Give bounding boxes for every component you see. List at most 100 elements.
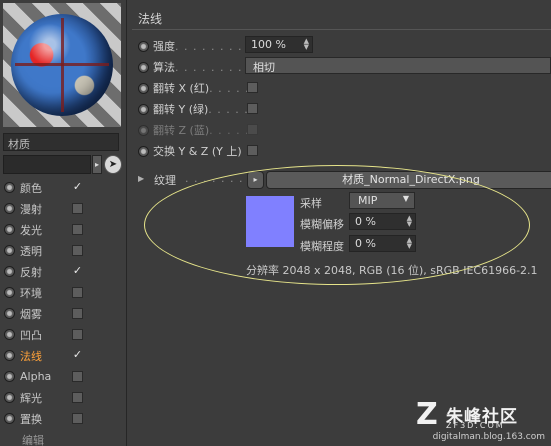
material-panel: 材质 ▸ ➤ 颜色 ✓ 漫射 发光 透明 反射 ✓ 环境 烟雾 凹凸 法线 ✓ …	[0, 0, 127, 446]
strength-value: 100 %	[251, 38, 286, 51]
material-label: 材质	[3, 133, 119, 151]
blur-offset-value: 0 %	[355, 215, 376, 228]
flip-y-row: 翻转 Y (绿) . . . . .	[138, 100, 249, 118]
stepper-icon[interactable]: ▲ ▼	[407, 215, 412, 228]
channel-luminance[interactable]: 发光	[0, 219, 127, 240]
channel-radio[interactable]	[4, 287, 15, 298]
channel-checkbox[interactable]	[72, 371, 83, 382]
algorithm-row: 算法 . . . . . . . . . .	[138, 58, 260, 76]
channel-displacement[interactable]: 置换	[0, 408, 127, 429]
channel-radio[interactable]	[4, 308, 15, 319]
channel-fog[interactable]: 烟雾	[0, 303, 127, 324]
channel-environment[interactable]: 环境	[0, 282, 127, 303]
flip-y-label: 翻转 Y (绿)	[153, 103, 209, 116]
channel-radio[interactable]	[4, 371, 15, 382]
channel-alpha[interactable]: Alpha	[0, 366, 127, 387]
flip-y-checkbox[interactable]	[247, 103, 258, 114]
name-field-arrow-icon[interactable]: ▸	[92, 155, 102, 174]
strength-input[interactable]: 100 % ▲ ▼	[245, 36, 313, 53]
texture-file-button[interactable]: 材质_Normal_DirectX.png	[266, 171, 551, 189]
channel-normal[interactable]: 法线 ✓	[0, 345, 127, 366]
normal-properties-panel: 法线 强度 . . . . . . . . . . 100 % ▲ ▼ 算法 . …	[128, 0, 551, 446]
watermark-blog: digitalman.blog.163.com	[432, 432, 545, 442]
channel-label: 漫射	[20, 202, 42, 216]
channel-diffusion[interactable]: 漫射	[0, 198, 127, 219]
channel-checkbox[interactable]	[72, 308, 83, 319]
channel-checkbox[interactable]	[72, 413, 83, 424]
sampling-value: MIP	[358, 194, 378, 207]
channel-reflectance[interactable]: 反射 ✓	[0, 261, 127, 282]
blur-degree-label: 模糊程度	[300, 240, 344, 253]
texture-resolution-info: 分辨率 2048 x 2048, RGB (16 位), sRGB IEC619…	[246, 264, 538, 277]
watermark-site: ZF3D.COM	[446, 421, 505, 430]
channel-checkbox[interactable]	[72, 287, 83, 298]
channel-radio[interactable]	[4, 329, 15, 340]
edit-label[interactable]: 编辑	[22, 432, 44, 446]
channel-radio[interactable]	[4, 392, 15, 403]
texture-thumbnail[interactable]	[246, 196, 294, 247]
animate-radio	[138, 124, 149, 136]
sampling-dropdown[interactable]: MIP ▼	[349, 192, 415, 209]
picker-arrow-icon[interactable]: ➤	[104, 155, 122, 174]
channel-radio[interactable]	[4, 413, 15, 424]
animate-radio[interactable]	[138, 145, 149, 157]
channel-radio[interactable]	[4, 245, 15, 256]
channel-label: 置换	[20, 412, 42, 426]
flip-z-label: 翻转 Z (蓝)	[153, 124, 210, 137]
channel-radio[interactable]	[4, 266, 15, 277]
material-name-field[interactable]	[3, 155, 91, 174]
channel-glow[interactable]: 辉光	[0, 387, 127, 408]
algorithm-label: 算法	[153, 61, 175, 74]
channel-label: 发光	[20, 223, 42, 237]
flip-z-row: 翻转 Z (蓝) . . . . .	[138, 121, 250, 139]
blur-degree-input[interactable]: 0 % ▲ ▼	[349, 235, 416, 252]
stepper-icon[interactable]: ▲ ▼	[304, 38, 309, 51]
channel-label: 烟雾	[20, 307, 42, 321]
channel-bump[interactable]: 凹凸	[0, 324, 127, 345]
label-dots: . . . . .	[209, 123, 250, 137]
channel-radio[interactable]	[4, 224, 15, 235]
channel-radio[interactable]	[4, 203, 15, 214]
blur-degree-value: 0 %	[355, 237, 376, 250]
algorithm-dropdown[interactable]: 相切	[245, 57, 551, 74]
animate-radio[interactable]	[138, 103, 149, 115]
texture-label: 纹理	[154, 174, 176, 187]
channel-checkbox[interactable]	[72, 329, 83, 340]
blur-offset-input[interactable]: 0 % ▲ ▼	[349, 213, 416, 230]
channel-checkbox[interactable]	[72, 203, 83, 214]
channel-label: 颜色	[20, 181, 42, 195]
animate-radio[interactable]	[138, 40, 149, 52]
flip-x-row: 翻转 X (红) . . . . .	[138, 79, 250, 97]
stepper-icon[interactable]: ▲ ▼	[407, 237, 412, 250]
channel-checkbox[interactable]	[72, 245, 83, 256]
channel-label: 凹凸	[20, 328, 42, 342]
channel-checkbox[interactable]	[72, 392, 83, 403]
channel-radio[interactable]	[4, 350, 15, 361]
texture-row: ▶ 纹理 . . . . . . . . . ▸ 材质_Normal_Direc…	[138, 170, 551, 190]
check-icon[interactable]: ✓	[72, 181, 83, 193]
channel-label: 环境	[20, 286, 42, 300]
label-dots: . . . . .	[209, 81, 250, 95]
strength-label: 强度	[153, 40, 175, 53]
channel-list: 颜色 ✓ 漫射 发光 透明 反射 ✓ 环境 烟雾 凹凸 法线 ✓ Alpha 辉…	[0, 177, 127, 429]
animate-radio[interactable]	[138, 61, 149, 73]
material-preview[interactable]	[3, 3, 121, 127]
swap-yz-row: 交换 Y & Z (Y 上)	[138, 142, 242, 160]
z-logo-icon: Z	[416, 397, 438, 432]
animate-radio[interactable]	[138, 82, 149, 94]
channel-label: 辉光	[20, 391, 42, 405]
check-icon[interactable]: ✓	[72, 349, 83, 361]
flip-x-checkbox[interactable]	[247, 82, 258, 93]
texture-menu-arrow-icon[interactable]: ▸	[247, 171, 264, 189]
flip-x-label: 翻转 X (红)	[153, 82, 210, 95]
channel-transparency[interactable]: 透明	[0, 240, 127, 261]
channel-radio[interactable]	[4, 182, 15, 193]
channel-checkbox[interactable]	[72, 224, 83, 235]
check-icon[interactable]: ✓	[72, 265, 83, 277]
chevron-down-icon: ▼	[402, 194, 409, 203]
channel-color[interactable]: 颜色 ✓	[0, 177, 127, 198]
swap-yz-checkbox[interactable]	[247, 145, 258, 156]
label-dots: . . . . .	[208, 102, 249, 116]
expand-triangle-icon[interactable]: ▶	[138, 174, 144, 183]
preview-sphere	[11, 14, 113, 116]
